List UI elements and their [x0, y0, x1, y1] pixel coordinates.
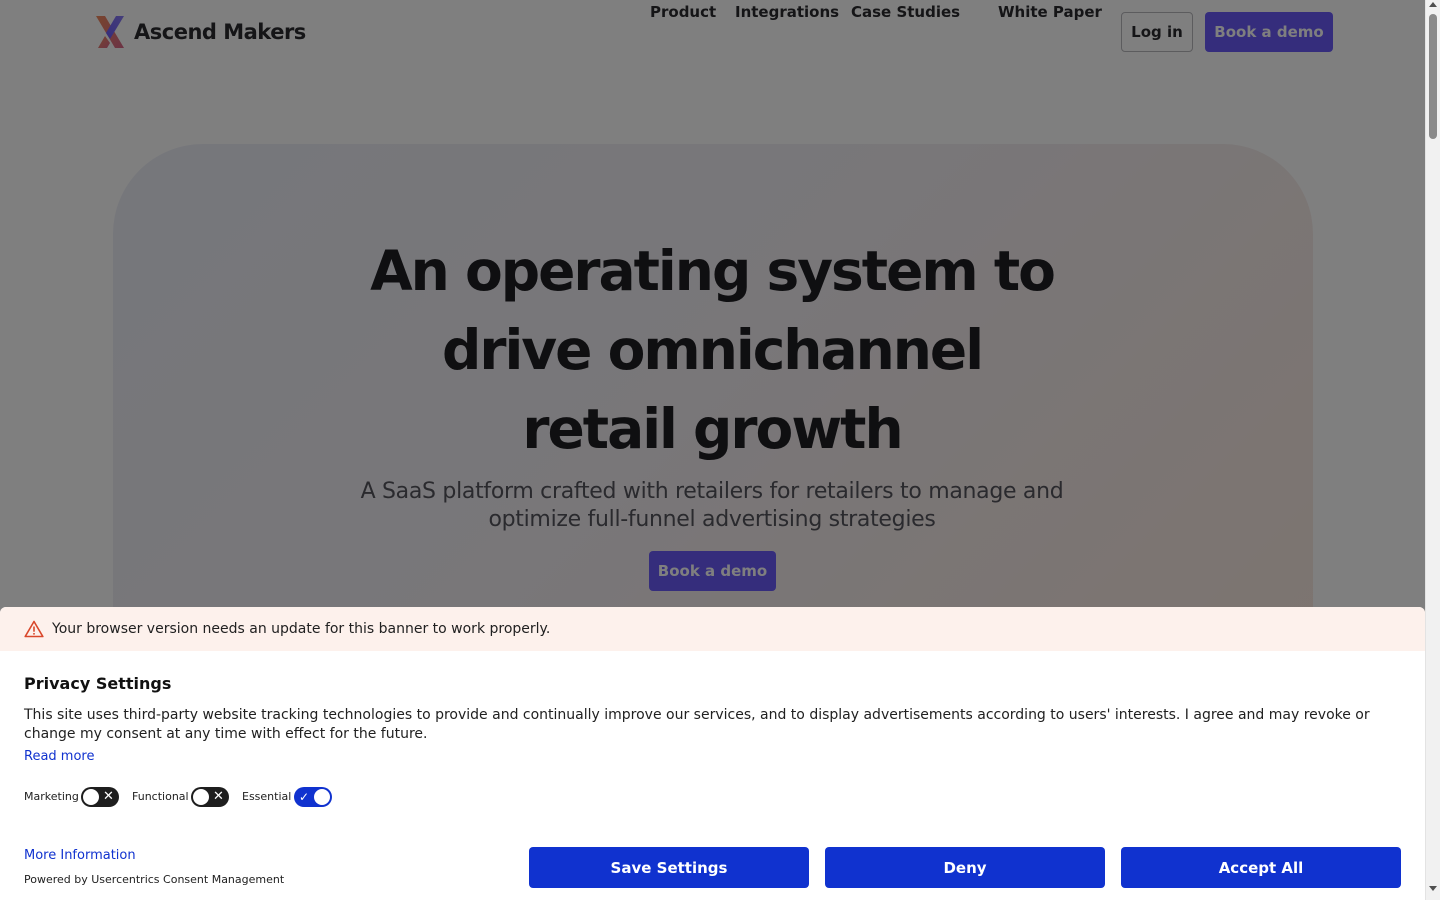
scroll-up-arrow-icon[interactable] [1429, 2, 1437, 7]
toggle-knob [193, 789, 209, 805]
powered-by-text: Powered by Usercentrics Consent Manageme… [24, 873, 285, 886]
close-icon: ✕ [103, 789, 114, 804]
save-settings-button[interactable]: Save Settings [529, 847, 809, 888]
essential-toggle[interactable]: ✓ [294, 787, 332, 807]
essential-label: Essential [242, 790, 292, 803]
toggle-knob [314, 789, 330, 805]
privacy-description: This site uses third-party website track… [24, 707, 1370, 742]
browser-warning-bar: Your browser version needs an update for… [0, 607, 1425, 651]
scrollbar-thumb[interactable] [1429, 14, 1437, 139]
browser-warning-text: Your browser version needs an update for… [52, 621, 551, 637]
warning-triangle-icon [24, 620, 44, 638]
privacy-consent-banner: Your browser version needs an update for… [0, 607, 1425, 900]
more-information-link[interactable]: More Information [24, 847, 136, 865]
read-more-link[interactable]: Read more [24, 748, 94, 766]
check-icon: ✓ [299, 790, 310, 804]
marketing-toggle[interactable]: ✕ [81, 787, 119, 807]
toggle-knob [83, 789, 99, 805]
functional-toggle[interactable]: ✕ [191, 787, 229, 807]
deny-button[interactable]: Deny [825, 847, 1105, 888]
privacy-settings-title: Privacy Settings [24, 674, 172, 693]
close-icon: ✕ [213, 789, 224, 804]
page-scrollbar[interactable] [1425, 0, 1440, 900]
accept-all-button[interactable]: Accept All [1121, 847, 1401, 888]
scroll-down-arrow-icon[interactable] [1429, 886, 1437, 891]
functional-label: Functional [132, 790, 189, 803]
marketing-label: Marketing [24, 790, 79, 803]
